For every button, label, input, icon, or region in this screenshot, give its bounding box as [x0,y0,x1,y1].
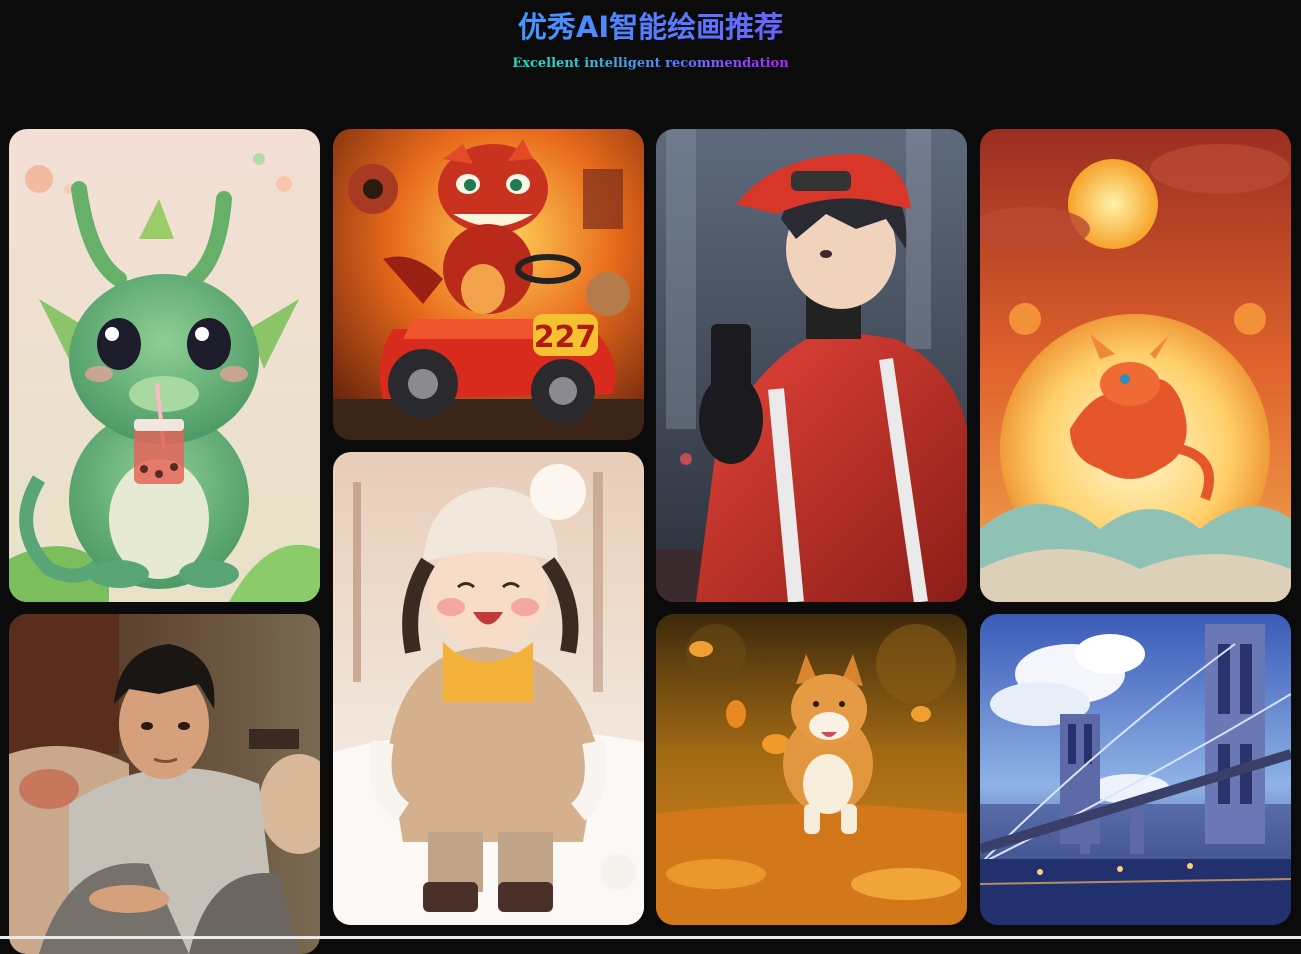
gallery-card-bridge-city[interactable] [980,614,1291,925]
gallery-card-dragon-bubble-tea[interactable] [9,129,320,602]
car-number-text: 227 [534,320,597,355]
page-subtitle: Excellent intelligent recommendation [0,55,1301,73]
boy-portrait-image [9,614,320,954]
snow-girl-image [333,452,644,925]
gallery-card-dragon-sunset[interactable] [980,129,1291,602]
gallery-card-dragon-race-car[interactable]: 227 [333,129,644,440]
golden-dragon-image [980,129,1291,602]
red-dragon-car-image: 227 [333,129,644,440]
bridge-image [980,614,1291,925]
gallery-card-boy-red-jacket[interactable] [656,129,967,602]
shiba-dog-image [656,614,967,925]
anime-boy-image [656,129,967,602]
page-title: 优秀AI智能绘画推荐 [0,8,1301,46]
gallery-card-girl-snow[interactable] [333,452,644,925]
gallery-card-boy-portrait[interactable] [9,614,320,954]
page-header: 优秀AI智能绘画推荐 Excellent intelligent recomme… [0,0,1301,110]
gallery-card-shiba-autumn[interactable] [656,614,967,925]
green-dragon-image [9,129,320,602]
